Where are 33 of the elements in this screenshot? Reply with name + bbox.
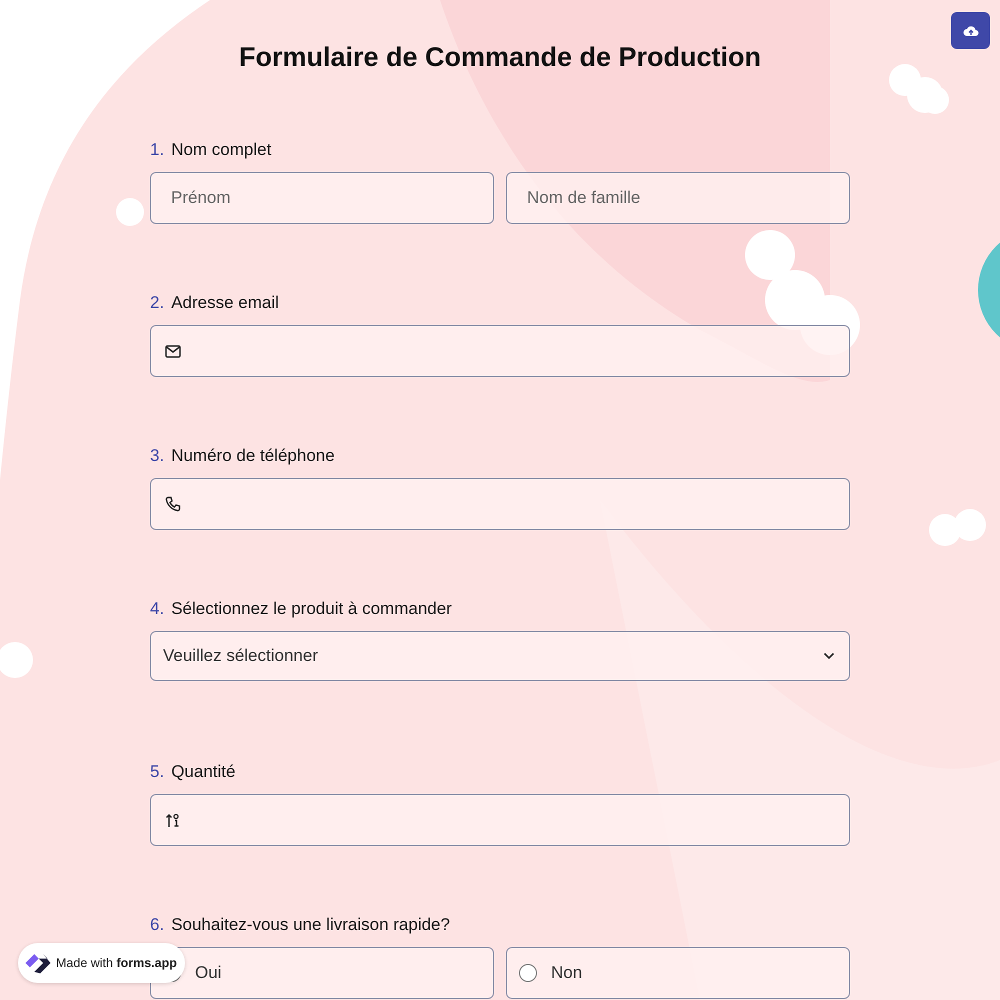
question-number: 1.: [150, 140, 164, 160]
radio-option[interactable]: Non: [506, 947, 850, 999]
cloud-upload-icon: [962, 24, 978, 36]
question-label: Souhaitez-vous une livraison rapide?: [171, 915, 450, 935]
question-label: Quantité: [171, 762, 236, 782]
cloud-drawing: [0, 642, 33, 678]
cloud-drawing: [116, 198, 144, 226]
sort-numeric-icon: [165, 812, 180, 828]
input-field[interactable]: [150, 478, 850, 530]
question-label: Sélectionnez le produit à commander: [171, 599, 452, 619]
input-field[interactable]: Nom de famille: [506, 172, 850, 224]
upload-button[interactable]: [951, 12, 990, 49]
input-field[interactable]: Prénom: [150, 172, 494, 224]
phone-icon: [165, 496, 181, 512]
logo-icon: [24, 951, 52, 975]
question-number: 3.: [150, 446, 164, 466]
made-with-toast[interactable]: Made with forms.app: [18, 943, 185, 983]
cloud-drawing: [929, 509, 986, 546]
question-number: 5.: [150, 762, 164, 782]
input-field[interactable]: [150, 794, 850, 846]
cloud-drawing: [889, 64, 949, 114]
chevron-down-icon: [823, 652, 835, 660]
question-label: Nom complet: [171, 140, 272, 160]
question-number: 2.: [150, 293, 164, 313]
select-dropdown[interactable]: Veuillez sélectionner: [150, 631, 850, 681]
radio-button[interactable]: [519, 964, 537, 982]
question-number: 4.: [150, 599, 164, 619]
input-field[interactable]: [150, 325, 850, 377]
envelope-icon: [165, 344, 181, 358]
question-number: 6.: [150, 915, 164, 935]
question-label: Numéro de téléphone: [171, 446, 335, 466]
form-title: Formulaire de Commande de Production: [238, 41, 762, 73]
question-label: Adresse email: [171, 293, 279, 313]
